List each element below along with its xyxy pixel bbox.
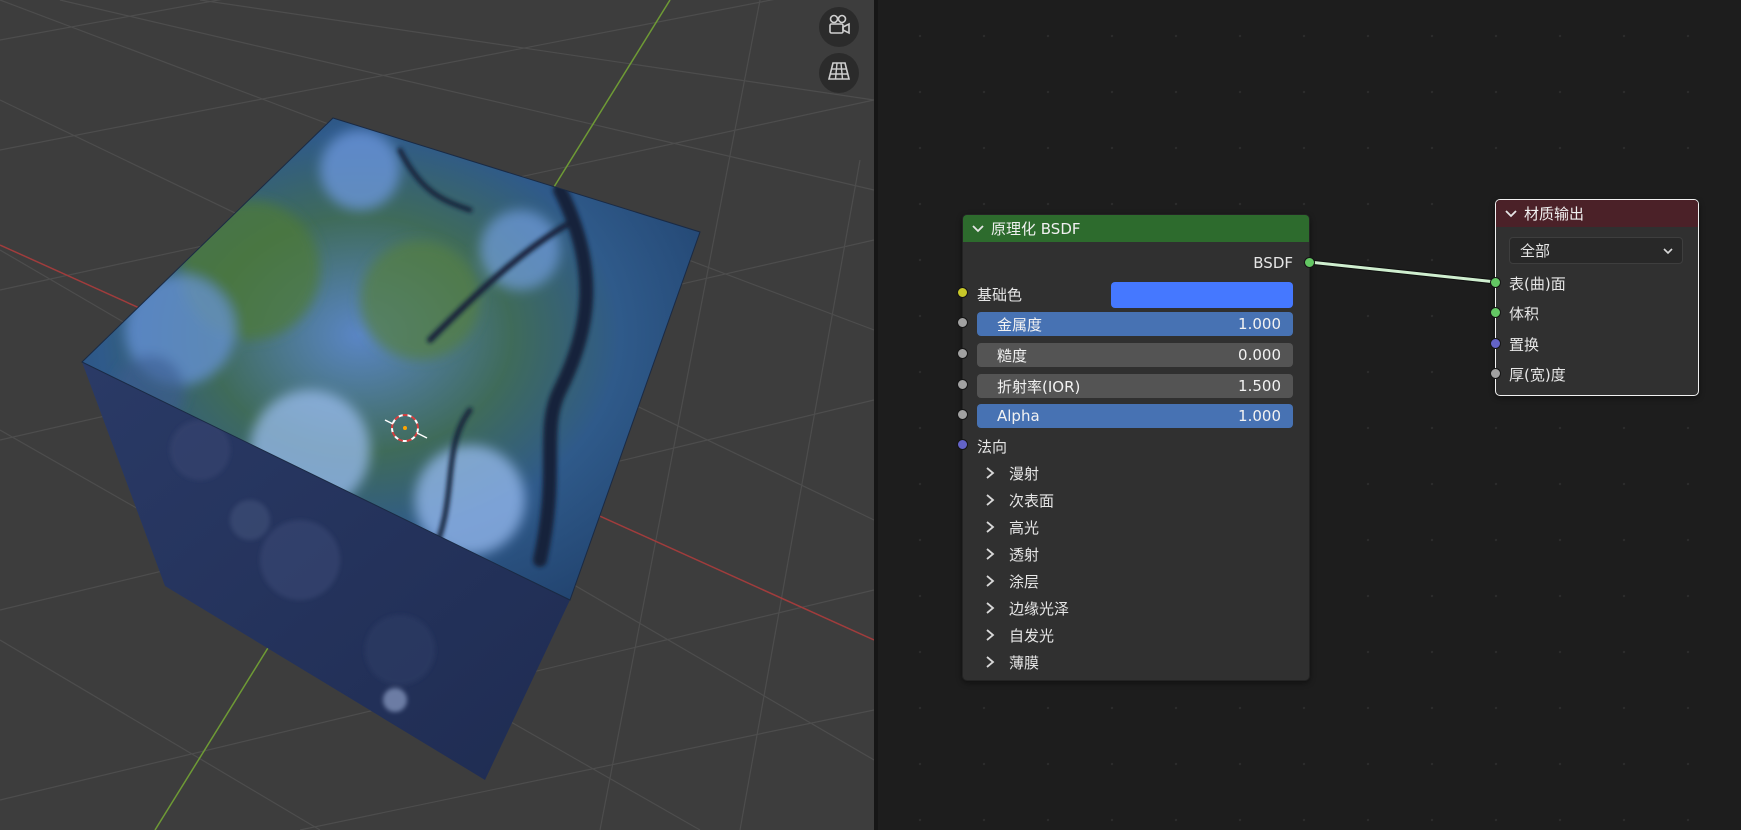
metallic-value: 1.000 [1238,315,1281,333]
bsdf-output-socket[interactable] [1304,257,1315,268]
camera-view-button[interactable] [819,7,859,47]
textured-cube[interactable] [81,117,701,780]
collapse-chevron-icon[interactable] [1504,207,1518,221]
base-color-swatch[interactable] [1111,282,1293,308]
panel-diffuse[interactable]: 漫射 [983,462,1039,484]
panel-label: 漫射 [1009,464,1040,483]
thickness-input-label: 厚(宽)度 [1509,366,1566,384]
material-output-node[interactable]: 材质输出 全部 表(曲)面 体积 置换 厚(宽)度 [1490,199,1699,396]
principled-node-title: 原理化 BSDF [991,220,1081,238]
metallic-field[interactable]: 金属度 1.000 [977,312,1293,336]
panel-coat[interactable]: 涂层 [983,570,1039,592]
bsdf-output-label: BSDF [1253,254,1293,272]
3d-viewport[interactable] [0,0,874,830]
base-color-socket[interactable] [957,287,968,298]
chevron-right-icon [986,575,995,587]
panel-sheen[interactable]: 边缘光泽 [983,597,1069,619]
volume-input-socket[interactable] [1490,307,1501,318]
panel-label: 次表面 [1009,491,1055,510]
volume-input-label: 体积 [1509,305,1540,323]
perspective-toggle-button[interactable] [819,53,859,93]
panel-emission[interactable]: 自发光 [983,624,1054,646]
bsdf-to-surface-link[interactable] [1308,260,1497,284]
panel-specular[interactable]: 高光 [983,516,1039,538]
alpha-value: 1.000 [1238,407,1281,425]
output-target-value: 全部 [1520,242,1551,260]
chevron-right-icon [986,467,995,479]
collapse-chevron-icon[interactable] [971,222,985,236]
alpha-field[interactable]: Alpha 1.000 [977,404,1293,428]
alpha-socket[interactable] [957,409,968,420]
ior-value: 1.500 [1238,377,1281,395]
chevron-right-icon [986,494,995,506]
ior-label: 折射率(IOR) [997,377,1081,396]
thickness-input-socket[interactable] [1490,368,1501,379]
displacement-input-socket[interactable] [1490,338,1501,349]
ior-socket[interactable] [957,379,968,390]
panel-subsurface[interactable]: 次表面 [983,489,1054,511]
normal-socket[interactable] [957,439,968,450]
output-target-dropdown[interactable]: 全部 [1509,237,1683,264]
panel-transmission[interactable]: 透射 [983,543,1039,565]
alpha-label: Alpha [997,407,1040,425]
roughness-label: 糙度 [997,346,1028,365]
normal-label: 法向 [977,438,1008,456]
shader-node-editor[interactable]: 原理化 BSDF BSDF 基础色 金属度 1.000 糙度 0.000 折射率… [878,0,1741,830]
chevron-right-icon [986,602,995,614]
output-node-header[interactable]: 材质输出 [1496,200,1698,227]
metallic-socket[interactable] [957,317,968,328]
surface-input-socket[interactable] [1490,277,1501,288]
panel-label: 高光 [1009,518,1040,537]
roughness-socket[interactable] [957,348,968,359]
camera-icon [827,14,851,40]
perspective-grid-icon [827,60,851,86]
panel-thin-film[interactable]: 薄膜 [983,651,1039,673]
output-node-title: 材质输出 [1524,205,1585,223]
metallic-label: 金属度 [997,315,1043,334]
chevron-right-icon [986,521,995,533]
panel-label: 薄膜 [1009,653,1040,672]
panel-label: 自发光 [1009,626,1055,645]
chevron-down-icon [1663,247,1673,254]
viewport-scene[interactable] [0,0,874,830]
chevron-right-icon [986,656,995,668]
chevron-right-icon [986,548,995,560]
panel-label: 涂层 [1009,572,1040,591]
roughness-value: 0.000 [1238,346,1281,364]
principled-bsdf-node[interactable]: 原理化 BSDF BSDF 基础色 金属度 1.000 糙度 0.000 折射率… [957,214,1315,681]
base-color-label: 基础色 [977,286,1023,304]
panel-label: 边缘光泽 [1009,599,1070,618]
chevron-right-icon [986,629,995,641]
ior-field[interactable]: 折射率(IOR) 1.500 [977,374,1293,398]
panel-label: 透射 [1009,545,1040,564]
displacement-input-label: 置换 [1509,336,1540,354]
principled-node-header[interactable]: 原理化 BSDF [963,215,1309,242]
roughness-field[interactable]: 糙度 0.000 [977,343,1293,367]
surface-input-label: 表(曲)面 [1509,275,1566,293]
